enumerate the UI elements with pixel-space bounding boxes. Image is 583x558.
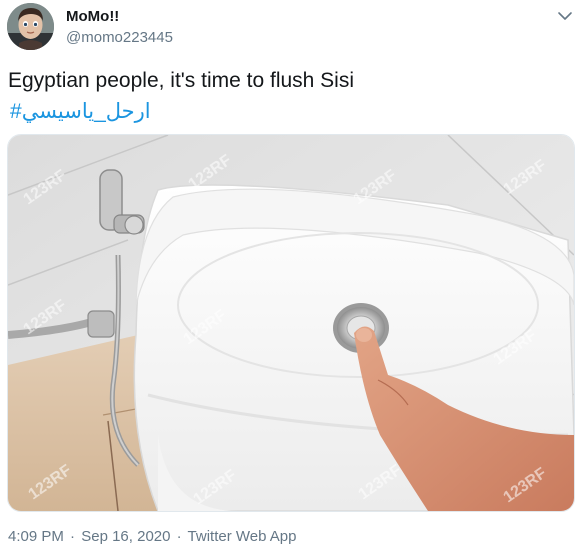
tweet-metadata: 4:09 PM · Sep 16, 2020 · Twitter Web App [8,527,297,547]
author-names[interactable]: MoMo!! @momo223445 [66,7,173,47]
hashtag-link[interactable]: #ارحل_ياسيسي [10,98,151,126]
toilet-flush-photo: 123RF 123RF 123RF 123RF 123RF 123RF 123R… [8,135,574,511]
separator: · [176,528,182,545]
display-name[interactable]: MoMo!! [66,7,173,26]
tweet-time[interactable]: 4:09 PM [8,528,64,545]
tweet-text: Egyptian people, it's time to flush Sisi [8,69,355,92]
tweet-source[interactable]: Twitter Web App [188,528,297,545]
tweet-card: MoMo!! @momo223445 Egyptian people, it's… [0,0,583,558]
separator: · [70,528,76,545]
tweet-date[interactable]: Sep 16, 2020 [81,528,170,545]
tweet-photo[interactable]: 123RF 123RF 123RF 123RF 123RF 123RF 123R… [7,134,575,512]
avatar[interactable] [7,3,54,50]
user-handle[interactable]: @momo223445 [66,28,173,47]
avatar-image [7,3,54,50]
chevron-down-icon[interactable] [557,9,573,21]
